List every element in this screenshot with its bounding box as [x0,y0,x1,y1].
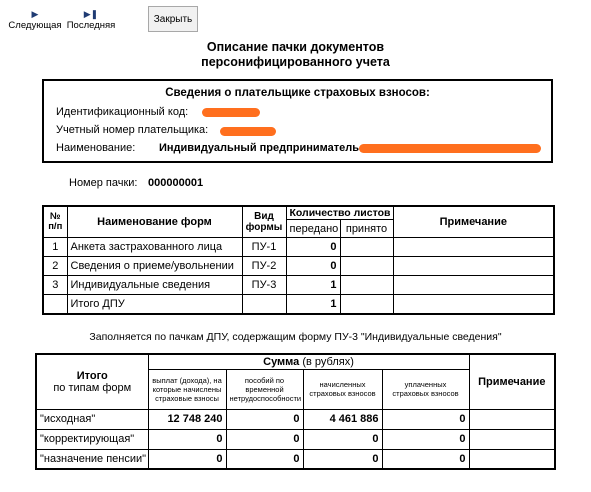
row-num: 1 [42,237,68,257]
row-sent: 1 [285,275,341,295]
row-sent: 0 [285,256,341,276]
row-note [468,448,556,470]
row-type: ПУ-2 [241,256,287,276]
row-type: "исходная" [35,408,149,430]
payer-reg-label: Учетный номер плательщика: [56,124,209,136]
col-header-name: Наименование форм [66,205,243,238]
row-accrued: 0 [302,448,383,470]
payer-info-box: Сведения о плательщике страховых взносов… [42,79,553,163]
row-sent: 0 [285,237,341,257]
redaction-mark [220,127,276,136]
row-note [392,256,555,276]
skip-end-icon: ▶❚ [83,9,99,19]
page-title-line1: Описание пачки документов [206,40,385,54]
row-paid: 0 [381,448,470,470]
row-name: Анкета застрахованного лица [66,237,243,257]
row-payments: 0 [147,428,227,450]
col-header-num: № п/п [42,205,68,238]
row-payments: 12 748 240 [147,408,227,430]
payer-header: Сведения о плательщике страховых взносов… [165,87,430,99]
row-note [468,408,556,430]
close-button-label: Закрыть [153,13,193,25]
col-header-total: Итого по типам форм [35,353,149,410]
row-note [392,275,555,295]
row-type [241,294,287,314]
row-accepted [339,256,394,276]
row-num: 3 [42,275,68,295]
sums-table: Итого по типам форм Сумма (в рублях) При… [35,353,557,470]
col-header-sum-bold: Сумма [263,355,300,368]
col-header-type: Вид формы [241,205,287,238]
table-row: 1 Анкета застрахованного лица ПУ-1 0 [42,237,555,257]
last-button[interactable]: ▶❚ Последняя [66,8,116,31]
col-header-note: Примечание [392,205,555,238]
row-accepted [339,237,394,257]
row-benefits: 0 [225,408,304,430]
col-header-total-bold: Итого [76,369,108,382]
batch-number-label: Номер пачки: [69,177,138,189]
row-accepted [339,294,394,314]
table-row: "исходная" 12 748 240 0 4 461 886 0 [35,408,556,430]
col-header-sum: Сумма (в рублях) [147,353,470,370]
payer-id-label: Идентификационный код: [56,106,189,118]
table-row: 3 Индивидуальные сведения ПУ-3 1 [42,275,555,295]
row-type: "назначение пенсии" [35,448,149,470]
col-header-sheets: Количество листов [285,205,394,220]
row-benefits: 0 [225,428,304,450]
row-type: ПУ-3 [241,275,287,295]
col-header-benefits: пособий по временной нетрудоспособности [225,368,304,410]
close-button[interactable]: Закрыть [148,6,198,32]
table-row: "назначение пенсии" 0 0 0 0 [35,448,556,470]
col-header-total-rest: по типам форм [53,381,132,394]
col-header-sent: передано [285,219,341,238]
row-accrued: 4 461 886 [302,408,383,430]
payer-name-value: Индивидуальный предприниматель [159,142,359,154]
page-title-line2: персонифицированного учета [201,55,390,69]
col-header-accepted: принято [339,219,394,238]
payer-name-label: Наименование: [56,142,136,154]
row-paid: 0 [381,428,470,450]
next-button[interactable]: ▶ Следующая [8,8,62,31]
redaction-mark [359,144,541,153]
table-row-total: Итого ДПУ 1 [42,294,555,314]
row-accepted [339,275,394,295]
row-sent: 1 [285,294,341,314]
row-num: 2 [42,256,68,276]
forms-table: № п/п Наименование форм Вид формы Количе… [42,205,556,315]
play-icon: ▶ [31,9,39,19]
row-paid: 0 [381,408,470,430]
row-benefits: 0 [225,448,304,470]
redaction-mark [202,108,260,117]
col-header-payments: выплат (дохода), на которые начислены ст… [147,368,227,410]
row-type: ПУ-1 [241,237,287,257]
row-accrued: 0 [302,428,383,450]
col-header-accrued: начисленных страховых взносов [302,368,383,410]
row-name: Итого ДПУ [66,294,243,314]
row-note [392,294,555,314]
page-title: Описание пачки документов персонифициров… [0,40,591,70]
table-row: 2 Сведения о приеме/увольнении ПУ-2 0 [42,256,555,276]
col-header-note: Примечание [468,353,556,410]
row-type: "корректирующая" [35,428,149,450]
last-button-label: Последняя [66,20,116,31]
row-num [42,294,68,314]
col-header-paid: уплаченных страховых взносов [381,368,470,410]
row-name: Индивидуальные сведения [66,275,243,295]
row-note [392,237,555,257]
batch-number-value: 000000001 [148,177,204,189]
row-name: Сведения о приеме/увольнении [66,256,243,276]
row-note [468,428,556,450]
note-line: Заполняется по пачкам ДПУ, содержащим фо… [89,331,502,343]
col-header-sum-rest: (в рублях) [299,355,354,368]
table-row: "корректирующая" 0 0 0 0 [35,428,556,450]
row-payments: 0 [147,448,227,470]
next-button-label: Следующая [8,20,62,31]
